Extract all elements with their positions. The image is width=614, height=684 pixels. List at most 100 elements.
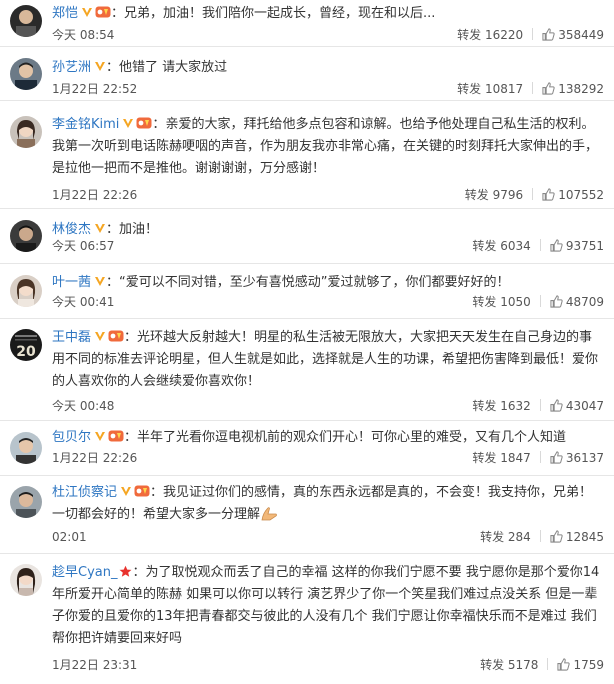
comment-text: 我见证过你们的感情，真的东西永远都是真的，不会变！我支持你，兄弟！一切都会好的！… <box>52 485 593 522</box>
like-button[interactable]: 48709 <box>550 292 604 312</box>
like-button[interactable]: 43047 <box>550 396 604 416</box>
username-link[interactable]: 叶一茜 <box>52 275 91 290</box>
v-icon <box>95 224 106 233</box>
username-link[interactable]: 林俊杰 <box>52 222 91 237</box>
comment-meta: 今天 00:41 转发 1050 48709 <box>52 292 604 312</box>
comment-time: 1月22日 22:26 <box>52 451 138 465</box>
avatar[interactable] <box>10 486 42 518</box>
comment-actions: 转发 284 12845 <box>480 527 604 547</box>
v-icon <box>95 332 106 341</box>
repost-button[interactable]: 转发 1632 <box>472 396 530 416</box>
comment-text: 兄弟，加油！我们陪你一起成长，曾经，现在和以后... <box>124 6 436 21</box>
like-button[interactable]: 93751 <box>550 236 604 256</box>
comment-time: 今天 00:41 <box>52 295 115 309</box>
thumbs-up-icon <box>550 530 563 543</box>
comment-time: 1月22日 22:52 <box>52 82 138 96</box>
comment-content: 叶一茜 ：“爱可以不同对错，至少有喜悦感动”爱过就够了，你们都要好好的！ <box>52 275 510 290</box>
comment-actions: 转发 5178 1759 <box>480 655 604 675</box>
avatar[interactable] <box>10 564 42 596</box>
v-icon <box>95 62 106 71</box>
username-link[interactable]: 孙艺洲 <box>52 60 91 75</box>
svip-icon[interactable] <box>108 430 124 442</box>
like-count: 43047 <box>565 399 604 413</box>
thumbs-up-icon <box>550 239 563 252</box>
comment-meta: 今天 06:57 转发 6034 93751 <box>52 236 604 256</box>
divider <box>532 28 534 40</box>
avatar[interactable] <box>10 432 42 464</box>
comment-meta: 1月22日 22:52 转发 10817 138292 <box>52 79 604 99</box>
like-button[interactable]: 358449 <box>542 25 604 45</box>
username-link[interactable]: 包贝尔 <box>52 430 91 445</box>
v-icon <box>121 487 132 496</box>
comment-time: 今天 06:57 <box>52 239 115 253</box>
comment-item: 孙艺洲 ：他错了 请大家放过 1月22日 22:52 转发 10817 138292 <box>0 47 614 101</box>
comment-meta: 1月22日 22:26 转发 9796 107552 <box>52 185 604 205</box>
thumbs-up-icon <box>542 82 555 95</box>
pray-hands-icon <box>261 507 277 521</box>
avatar[interactable]: 20 <box>10 329 42 361</box>
like-button[interactable]: 36137 <box>550 448 604 468</box>
comment-item: 包贝尔 ：半年了光看你逗电视机前的观众们开心！可你心里的难受，又有几个人知道 1月… <box>0 421 614 476</box>
comment-meta: 1月22日 22:26 转发 1847 36137 <box>52 448 604 468</box>
divider <box>532 188 534 200</box>
comment-item: 叶一茜 ：“爱可以不同对错，至少有喜悦感动”爱过就够了，你们都要好好的！ 今天 0… <box>0 264 614 319</box>
svip-icon[interactable] <box>136 117 152 129</box>
star-icon[interactable] <box>119 565 132 578</box>
comment-content: 王中磊 ：光环越大反射越大！明星的私生活被无限放大，大家把天天发生在自己身边的事用… <box>52 330 599 389</box>
avatar[interactable] <box>10 116 42 148</box>
like-count: 138292 <box>558 82 604 96</box>
comment-item: 郑恺 ：兄弟，加油！我们陪你一起成长，曾经，现在和以后... 今天 08:54 转… <box>0 0 614 47</box>
svip-icon[interactable] <box>108 330 124 342</box>
comment-text: 他错了 请大家放过 <box>119 60 228 75</box>
like-count: 36137 <box>565 451 604 465</box>
comment-time: 今天 08:54 <box>52 28 115 42</box>
like-button[interactable]: 107552 <box>542 185 604 205</box>
avatar[interactable] <box>10 5 42 37</box>
username-link[interactable]: 李金铭Kimi <box>52 117 119 132</box>
divider <box>547 658 549 670</box>
username-link[interactable]: 郑恺 <box>52 6 78 21</box>
comment-content: 李金铭Kimi ：亲爱的大家，拜托给他多点包容和谅解。也给予他处理自己私生活的权利… <box>52 117 599 176</box>
like-count: 1759 <box>573 658 604 672</box>
comment-item: 李金铭Kimi ：亲爱的大家，拜托给他多点包容和谅解。也给予他处理自己私生活的权利… <box>0 101 614 209</box>
like-count: 358449 <box>558 28 604 42</box>
avatar[interactable] <box>10 275 42 307</box>
comment-time: 1月22日 23:31 <box>52 658 138 672</box>
comment-actions: 转发 1632 43047 <box>472 396 604 416</box>
thumbs-up-icon <box>550 399 563 412</box>
repost-button[interactable]: 转发 5178 <box>480 655 538 675</box>
repost-button[interactable]: 转发 1847 <box>472 448 530 468</box>
like-count: 93751 <box>565 239 604 253</box>
username-link[interactable]: 趁早Cyan_ <box>52 565 117 580</box>
divider <box>539 530 541 542</box>
like-count: 48709 <box>565 295 604 309</box>
repost-button[interactable]: 转发 10817 <box>457 79 523 99</box>
avatar[interactable] <box>10 220 42 252</box>
like-button[interactable]: 12845 <box>550 527 604 547</box>
repost-button[interactable]: 转发 16220 <box>457 25 523 45</box>
comment-actions: 转发 1847 36137 <box>472 448 604 468</box>
like-button[interactable]: 1759 <box>557 655 604 675</box>
repost-button[interactable]: 转发 1050 <box>472 292 530 312</box>
comment-actions: 转发 9796 107552 <box>465 185 604 205</box>
username-link[interactable]: 王中磊 <box>52 330 91 345</box>
like-button[interactable]: 138292 <box>542 79 604 99</box>
avatar[interactable] <box>10 58 42 90</box>
comment-meta: 1月22日 23:31 转发 5178 1759 <box>52 655 604 675</box>
repost-button[interactable]: 转发 284 <box>480 527 531 547</box>
comment-content: 包贝尔 ：半年了光看你逗电视机前的观众们开心！可你心里的难受，又有几个人知道 <box>52 430 567 445</box>
repost-button[interactable]: 转发 9796 <box>465 185 523 205</box>
repost-button[interactable]: 转发 6034 <box>472 236 530 256</box>
comment-meta: 02:01 转发 284 12845 <box>52 527 604 547</box>
comment-item: 20 王中磊 ：光环越大反射越大！明星的私生活被无限放大，大家把天天发生在自己身边… <box>0 319 614 421</box>
repost-count: 284 <box>507 530 531 544</box>
divider <box>539 399 541 411</box>
svip-icon[interactable] <box>95 6 111 18</box>
v-icon <box>95 432 106 441</box>
comment-content: 郑恺 ：兄弟，加油！我们陪你一起成长，曾经，现在和以后... <box>52 6 436 21</box>
username-link[interactable]: 杜江侦察记 <box>52 485 117 500</box>
repost-count: 5178 <box>507 658 539 672</box>
comment-actions: 转发 16220 358449 <box>457 25 604 45</box>
comment-item: 林俊杰 ：加油！ 今天 06:57 转发 6034 93751 <box>0 209 614 264</box>
svip-icon[interactable] <box>134 485 150 497</box>
